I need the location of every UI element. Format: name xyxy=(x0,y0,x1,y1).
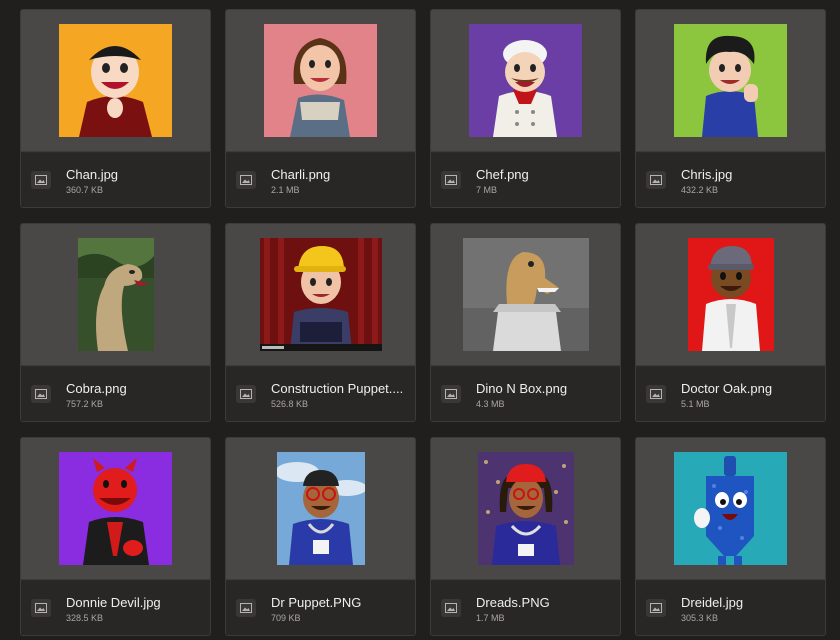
file-grid: Chan.jpg 360.7 KB Charli.png 2.1 MB Chef… xyxy=(0,0,840,640)
file-card-dino-n-box[interactable]: Dino N Box.png 4.3 MB xyxy=(430,223,621,422)
puppet-preview-image xyxy=(277,452,365,565)
image-file-icon xyxy=(441,599,461,617)
file-meta: Chris.jpg 432.2 KB xyxy=(636,153,825,207)
file-meta: Cobra.png 757.2 KB xyxy=(21,367,210,421)
image-file-icon xyxy=(31,385,51,403)
file-card-chef[interactable]: Chef.png 7 MB xyxy=(430,9,621,208)
image-preview xyxy=(463,238,589,351)
file-card-doctor-oak[interactable]: Doctor Oak.png 5.1 MB xyxy=(635,223,826,422)
file-meta: Dreads.PNG 1.7 MB xyxy=(431,581,620,635)
file-thumbnail[interactable] xyxy=(636,438,825,580)
file-size: 2.1 MB xyxy=(271,185,300,195)
file-size: 757.2 KB xyxy=(66,399,104,409)
puppet-preview-image xyxy=(688,238,774,351)
image-preview xyxy=(264,24,377,137)
file-meta: Construction Puppet.... 526.8 KB xyxy=(226,367,415,421)
file-size: 328.5 KB xyxy=(66,613,104,623)
file-name[interactable]: Chris.jpg xyxy=(681,167,819,182)
puppet-preview-image xyxy=(264,24,377,137)
image-file-icon xyxy=(441,385,461,403)
puppet-preview-image xyxy=(674,452,787,565)
file-thumbnail[interactable] xyxy=(21,224,210,366)
file-card-dr-puppet[interactable]: Dr Puppet.PNG 709 KB xyxy=(225,437,416,636)
file-meta: Dreidel.jpg 305.3 KB xyxy=(636,581,825,635)
file-card-charli[interactable]: Charli.png 2.1 MB xyxy=(225,9,416,208)
file-size: 709 KB xyxy=(271,613,301,623)
file-card-chris[interactable]: Chris.jpg 432.2 KB xyxy=(635,9,826,208)
file-meta: Dr Puppet.PNG 709 KB xyxy=(226,581,415,635)
file-thumbnail[interactable] xyxy=(636,10,825,152)
puppet-preview-image xyxy=(59,24,172,137)
image-file-icon xyxy=(646,171,666,189)
image-file-icon xyxy=(31,171,51,189)
image-preview xyxy=(78,238,154,351)
image-preview xyxy=(59,24,172,137)
puppet-preview-image xyxy=(260,238,382,351)
image-preview xyxy=(260,238,382,351)
file-thumbnail[interactable] xyxy=(226,224,415,366)
file-name[interactable]: Dr Puppet.PNG xyxy=(271,595,409,610)
file-size: 526.8 KB xyxy=(271,399,309,409)
file-meta: Chan.jpg 360.7 KB xyxy=(21,153,210,207)
image-preview xyxy=(674,452,787,565)
image-file-icon xyxy=(31,599,51,617)
file-name[interactable]: Construction Puppet.... xyxy=(271,381,409,396)
file-card-donnie-devil[interactable]: Donnie Devil.jpg 328.5 KB xyxy=(20,437,211,636)
file-card-dreads[interactable]: Dreads.PNG 1.7 MB xyxy=(430,437,621,636)
file-meta: Donnie Devil.jpg 328.5 KB xyxy=(21,581,210,635)
puppet-preview-image xyxy=(59,452,172,565)
image-preview xyxy=(478,452,574,565)
file-card-cobra[interactable]: Cobra.png 757.2 KB xyxy=(20,223,211,422)
file-thumbnail[interactable] xyxy=(226,438,415,580)
file-size: 432.2 KB xyxy=(681,185,719,195)
file-thumbnail[interactable] xyxy=(636,224,825,366)
image-preview xyxy=(277,452,365,565)
file-thumbnail[interactable] xyxy=(431,224,620,366)
file-meta: Charli.png 2.1 MB xyxy=(226,153,415,207)
file-name[interactable]: Cobra.png xyxy=(66,381,204,396)
file-thumbnail[interactable] xyxy=(21,10,210,152)
file-card-construction-puppet[interactable]: Construction Puppet.... 526.8 KB xyxy=(225,223,416,422)
file-thumbnail[interactable] xyxy=(431,438,620,580)
file-size: 4.3 MB xyxy=(476,399,505,409)
image-preview xyxy=(59,452,172,565)
image-preview xyxy=(688,238,774,351)
file-name[interactable]: Donnie Devil.jpg xyxy=(66,595,204,610)
puppet-preview-image xyxy=(463,238,589,351)
file-card-chan[interactable]: Chan.jpg 360.7 KB xyxy=(20,9,211,208)
image-preview xyxy=(674,24,787,137)
file-meta: Doctor Oak.png 5.1 MB xyxy=(636,367,825,421)
image-preview xyxy=(469,24,582,137)
file-name[interactable]: Chan.jpg xyxy=(66,167,204,182)
file-thumbnail[interactable] xyxy=(21,438,210,580)
image-file-icon xyxy=(236,385,256,403)
file-name[interactable]: Dreads.PNG xyxy=(476,595,614,610)
image-file-icon xyxy=(441,171,461,189)
image-file-icon xyxy=(236,599,256,617)
puppet-preview-image xyxy=(78,238,154,351)
image-file-icon xyxy=(646,385,666,403)
image-file-icon xyxy=(236,171,256,189)
file-size: 7 MB xyxy=(476,185,498,195)
file-name[interactable]: Doctor Oak.png xyxy=(681,381,819,396)
puppet-preview-image xyxy=(674,24,787,137)
file-thumbnail[interactable] xyxy=(431,10,620,152)
file-size: 360.7 KB xyxy=(66,185,104,195)
file-size: 5.1 MB xyxy=(681,399,710,409)
file-name[interactable]: Charli.png xyxy=(271,167,409,182)
file-meta: Dino N Box.png 4.3 MB xyxy=(431,367,620,421)
file-size: 305.3 KB xyxy=(681,613,719,623)
puppet-preview-image xyxy=(478,452,574,565)
file-thumbnail[interactable] xyxy=(226,10,415,152)
file-name[interactable]: Dino N Box.png xyxy=(476,381,614,396)
file-name[interactable]: Chef.png xyxy=(476,167,614,182)
file-card-dreidel[interactable]: Dreidel.jpg 305.3 KB xyxy=(635,437,826,636)
image-file-icon xyxy=(646,599,666,617)
file-size: 1.7 MB xyxy=(476,613,505,623)
puppet-preview-image xyxy=(469,24,582,137)
file-name[interactable]: Dreidel.jpg xyxy=(681,595,819,610)
file-meta: Chef.png 7 MB xyxy=(431,153,620,207)
